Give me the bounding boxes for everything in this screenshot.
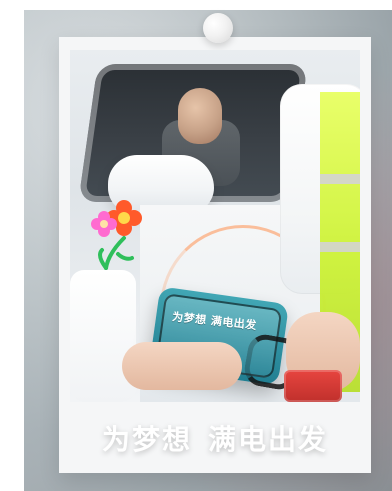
photo: 为梦想 满电出发 <box>70 50 360 402</box>
caption: 为梦想 满电出发 <box>59 402 371 473</box>
driver-face <box>178 88 222 144</box>
screen: 为梦想 满电出发 为梦想 满电出发 <box>0 0 392 491</box>
left-hand <box>122 342 242 390</box>
left-sleeve <box>70 270 136 402</box>
flower-doodle-icon <box>91 200 142 270</box>
pin-icon <box>203 13 233 43</box>
caption-right: 满电出发 <box>208 422 329 456</box>
caption-left: 为梦想 <box>101 422 192 456</box>
pouch-text: 为梦想 满电出发 <box>171 310 258 333</box>
red-box <box>284 370 342 402</box>
caption-text: 为梦想 满电出发 <box>102 418 328 458</box>
